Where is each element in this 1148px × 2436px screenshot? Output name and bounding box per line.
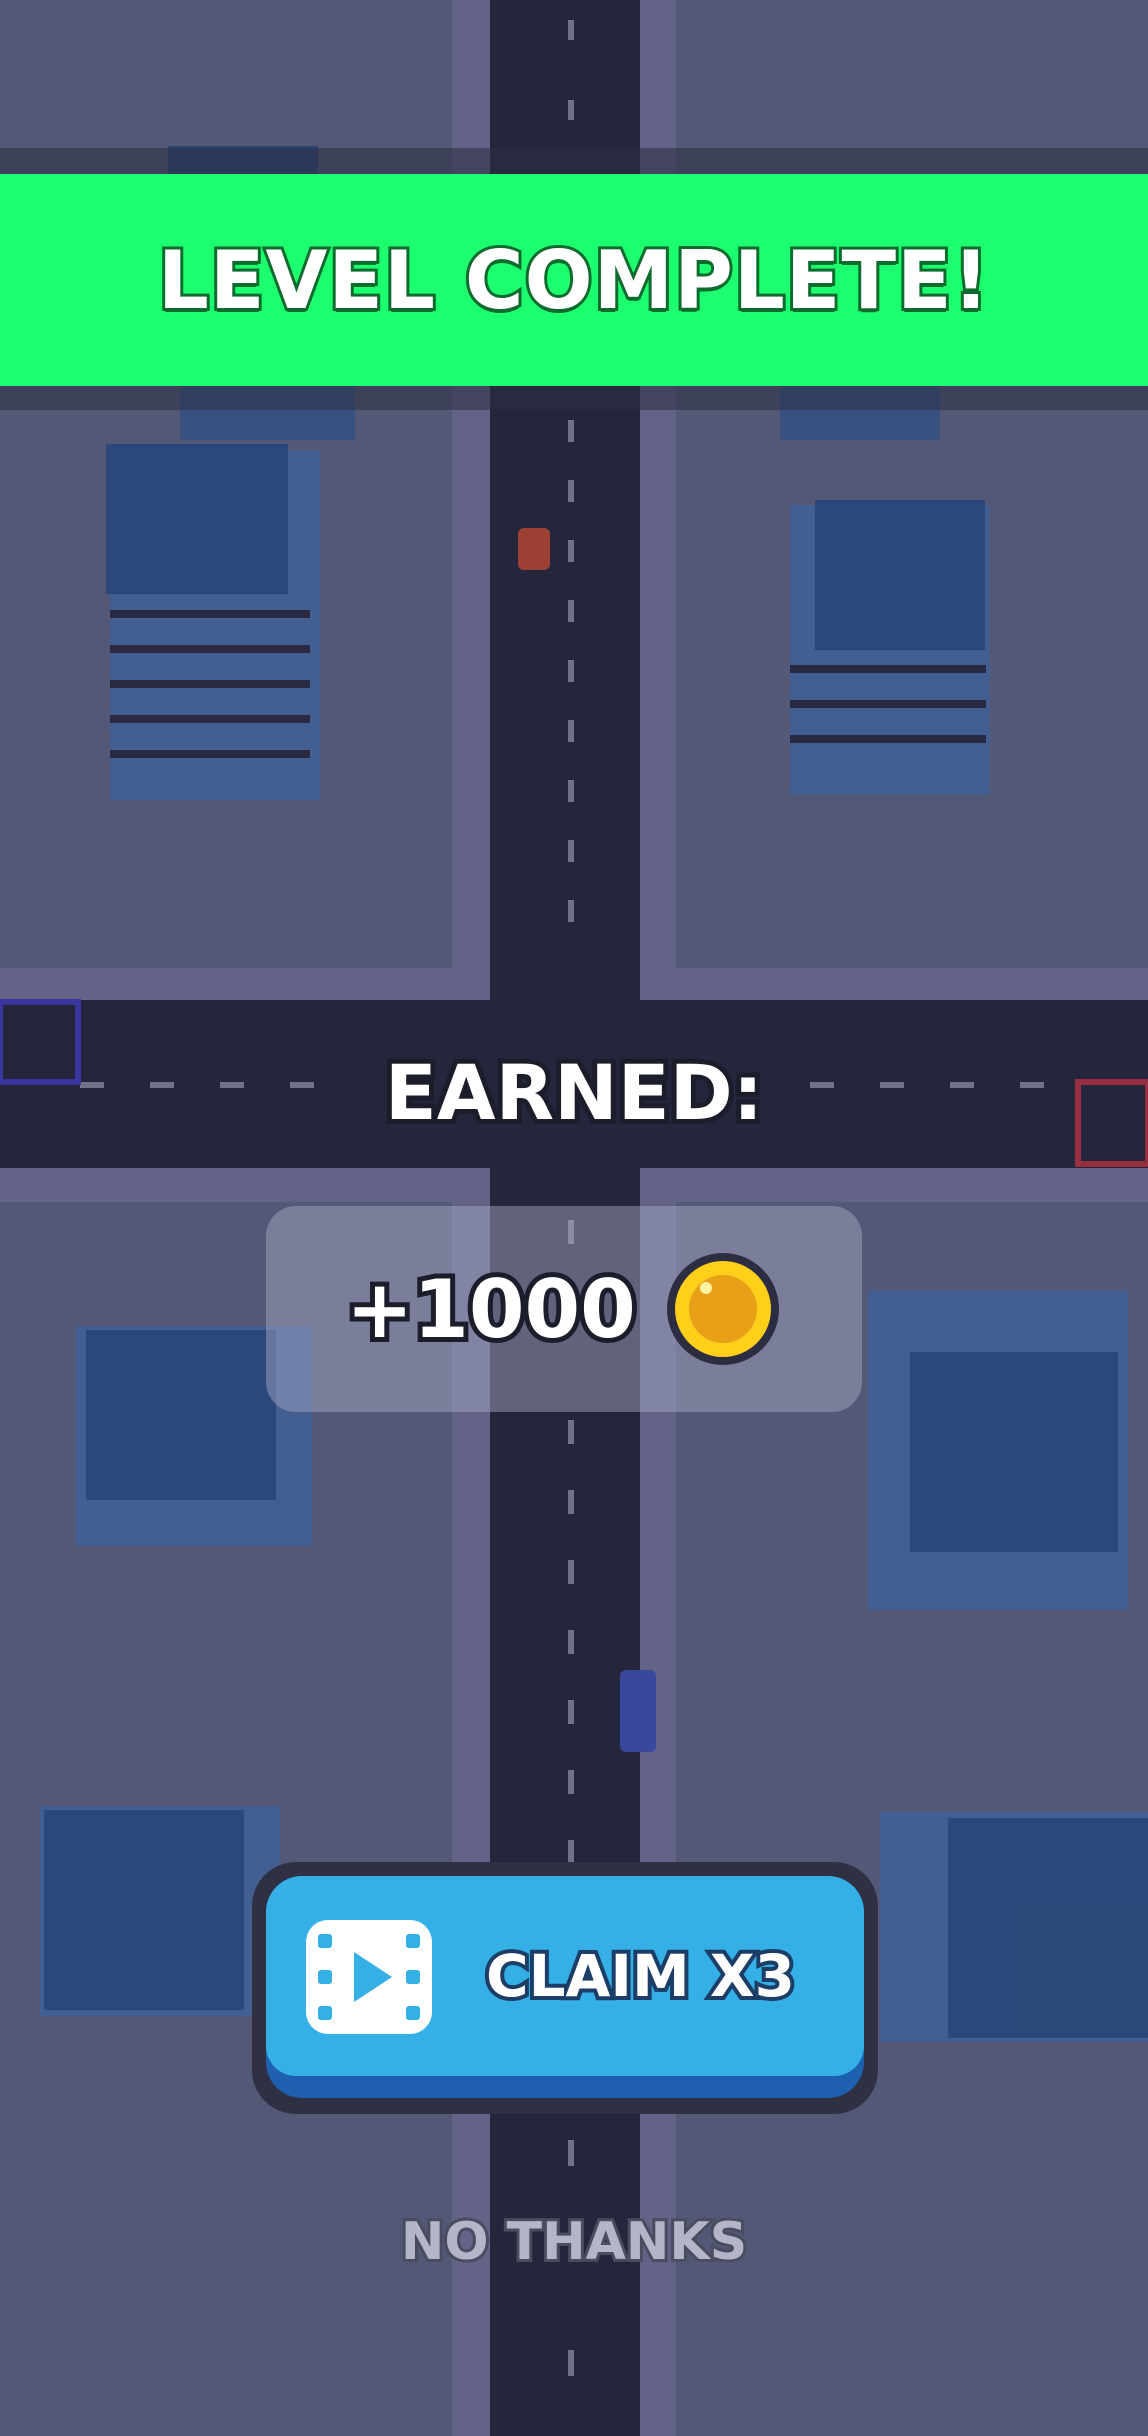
claim-x3-button[interactable]: CLAIM X3 (266, 1876, 864, 2098)
claim-button-label: CLAIM X3 (482, 1938, 799, 2014)
no-thanks-link[interactable]: NO THANKS (0, 2209, 1148, 2275)
coin-icon (666, 1253, 779, 1365)
reward-box: +1000 (266, 1206, 862, 1412)
level-complete-banner: LEVEL COMPLETE! (0, 174, 1148, 386)
reward-amount: +1000 (341, 1258, 641, 1361)
level-complete-title: LEVEL COMPLETE! (155, 231, 992, 330)
earned-label: EARNED: (380, 1043, 768, 1142)
claim-button-face: CLAIM X3 (266, 1876, 864, 2076)
video-icon (306, 1920, 432, 2034)
